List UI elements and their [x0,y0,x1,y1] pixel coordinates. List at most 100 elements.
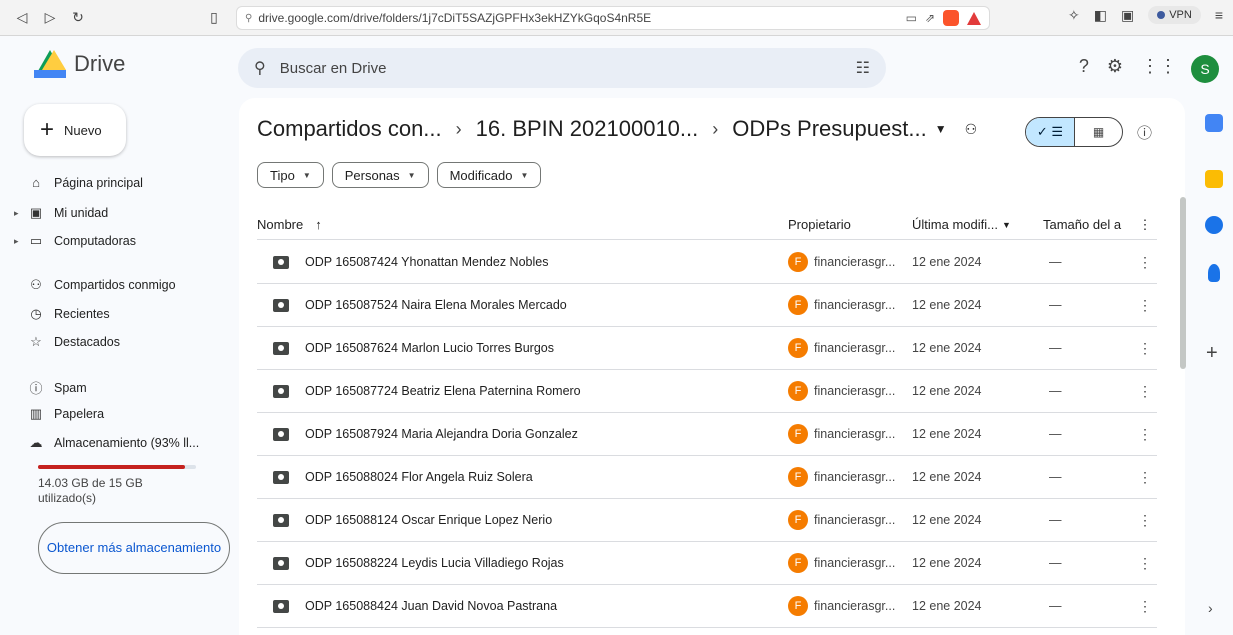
more-options-icon[interactable]: ⋮ [1133,598,1157,615]
column-header-owner[interactable]: Propietario [788,217,912,232]
sidebar-item-my-drive[interactable]: ▸ ▣ Mi unidad [14,205,108,221]
owner-avatar[interactable]: F [788,510,808,530]
table-row[interactable]: ODP 165088124 Oscar Enrique Lopez Nerio F… [257,499,1157,542]
show-side-panel-icon[interactable]: › [1208,600,1213,616]
sidebar-item-computers[interactable]: ▸ ▭ Computadoras [14,233,136,249]
browser-right-tools: ✧ ◧ ▣ VPN ≡ [1068,6,1223,24]
more-options-icon[interactable]: ⋮ [1133,512,1157,529]
caret-down-icon[interactable]: ▼ [935,122,947,136]
owner-avatar[interactable]: F [788,381,808,401]
extensions-icon[interactable]: ✧ [1068,7,1080,24]
back-icon[interactable]: ◁ [8,4,36,32]
brave-rewards-icon[interactable] [967,11,981,25]
file-name-cell[interactable]: ODP 165088424 Juan David Novoa Pastrana [257,599,788,613]
filter-chip-type[interactable]: Tipo ▼ [257,162,324,188]
expand-arrow-icon[interactable]: ▸ [14,208,19,219]
table-row[interactable]: ODP 165087424 Yhonattan Mendez Nobles Ffi… [257,241,1157,284]
owner-avatar[interactable]: F [788,424,808,444]
address-bar[interactable]: ⚲ drive.google.com/drive/folders/1j7cDiT… [236,6,990,30]
file-name-cell[interactable]: ODP 165088124 Oscar Enrique Lopez Nerio [257,513,788,527]
file-name-cell[interactable]: ODP 165087624 Marlon Lucio Torres Burgos [257,341,788,355]
sidebar-item-spam[interactable]: ⓘ Spam [28,378,86,397]
brave-shield-icon[interactable] [943,10,959,26]
sidebar-item-trash[interactable]: ▥ Papelera [28,406,104,422]
add-addon-icon[interactable]: + [1206,342,1218,365]
apps-grid-icon[interactable]: ⋮⋮ [1141,56,1177,77]
file-name-cell[interactable]: ODP 165087924 Maria Alejandra Doria Gonz… [257,427,788,441]
file-name-cell[interactable]: ODP 165087724 Beatriz Elena Paternina Ro… [257,384,788,398]
sidebar-item-storage[interactable]: ☁ Almacenamiento (93% ll... [28,435,200,451]
owner-avatar[interactable]: F [788,596,808,616]
column-header-name[interactable]: Nombre ↑ [257,217,788,232]
grid-view-button[interactable]: ▦ [1075,118,1122,146]
search-icon[interactable]: ⚲ [254,58,266,78]
owner-avatar[interactable]: F [788,338,808,358]
sidebar-item-home[interactable]: ⌂ Página principal [28,175,143,190]
sidebar-toggle-icon[interactable]: ◧ [1094,7,1107,24]
owner-avatar[interactable]: F [788,252,808,272]
filter-chip-people[interactable]: Personas ▼ [331,162,429,188]
table-row[interactable]: ODP 165088024 Flor Angela Ruiz Solera Ffi… [257,456,1157,499]
search-bar[interactable]: ⚲ Buscar en Drive ☷ [238,48,886,88]
search-input[interactable]: Buscar en Drive [280,60,387,77]
search-options-icon[interactable]: ☷ [856,58,870,78]
owner-cell: Ffinancierasgr... [788,596,912,616]
bookmark-icon[interactable]: ▯ [200,4,228,32]
table-row[interactable]: ODP 165087524 Naira Elena Morales Mercad… [257,284,1157,327]
expand-arrow-icon[interactable]: ▸ [14,236,19,247]
site-info-icon[interactable]: ⚲ [245,13,252,24]
table-row[interactable]: ODP 165088424 Juan David Novoa Pastrana F… [257,585,1157,628]
calendar-icon[interactable] [1205,114,1223,132]
owner-name: financierasgr... [814,427,896,441]
file-name-cell[interactable]: ODP 165088024 Flor Angela Ruiz Solera [257,470,788,484]
more-options-icon[interactable]: ⋮ [1133,254,1157,271]
keep-icon[interactable] [1205,170,1223,188]
more-options-icon[interactable]: ⋮ [1133,297,1157,314]
drive-logo-link[interactable]: Drive [34,50,125,78]
file-name-cell[interactable]: ODP 165088224 Leydis Lucia Villadiego Ro… [257,556,788,570]
table-row[interactable]: ODP 165087924 Maria Alejandra Doria Gonz… [257,413,1157,456]
table-row[interactable]: ODP 165087624 Marlon Lucio Torres Burgos… [257,327,1157,370]
settings-icon[interactable]: ⚙ [1107,56,1123,77]
more-options-icon[interactable]: ⋮ [1133,217,1157,233]
breadcrumb-item[interactable]: Compartidos con... [257,116,442,142]
menu-icon[interactable]: ≡ [1215,7,1223,23]
details-info-icon[interactable]: ⓘ [1137,122,1152,143]
get-more-storage-button[interactable]: Obtener más almacenamiento [38,522,230,574]
new-button[interactable]: + Nuevo [24,104,126,156]
more-options-icon[interactable]: ⋮ [1133,340,1157,357]
file-name-cell[interactable]: ODP 165087424 Yhonattan Mendez Nobles [257,255,788,269]
share-icon[interactable]: ⇗ [925,11,935,25]
owner-avatar[interactable]: F [788,553,808,573]
sidebar-item-shared-with-me[interactable]: ⚇ Compartidos conmigo [28,277,175,293]
sidebar-item-recent[interactable]: ◷ Recientes [28,306,109,322]
breadcrumb-item[interactable]: 16. BPIN 202100010... [476,116,699,142]
help-icon[interactable]: ? [1079,56,1089,77]
forward-icon[interactable]: ▷ [36,4,64,32]
sidebar-item-starred[interactable]: ☆ Destacados [28,334,120,350]
more-options-icon[interactable]: ⋮ [1133,383,1157,400]
wallet-icon[interactable]: ▣ [1121,7,1134,24]
more-options-icon[interactable]: ⋮ [1133,426,1157,443]
contacts-icon[interactable] [1208,264,1220,282]
sort-arrow-up-icon[interactable]: ↑ [315,217,322,232]
owner-avatar[interactable]: F [788,295,808,315]
account-avatar[interactable]: S [1191,55,1219,83]
shared-folder-icon[interactable]: ⚇ [965,121,978,138]
filter-chip-modified[interactable]: Modificado ▼ [436,162,542,188]
file-name-cell[interactable]: ODP 165087524 Naira Elena Morales Mercad… [257,298,788,312]
vpn-button[interactable]: VPN [1148,6,1201,24]
cast-icon[interactable]: ▭ [906,11,917,25]
reload-icon[interactable]: ↻ [64,4,92,32]
table-row[interactable]: ODP 165088224 Leydis Lucia Villadiego Ro… [257,542,1157,585]
table-row[interactable]: ODP 165087724 Beatriz Elena Paternina Ro… [257,370,1157,413]
list-view-button[interactable]: ✓ ☰ [1026,118,1075,146]
column-header-size[interactable]: Tamaño del a [1043,217,1133,232]
scrollbar[interactable] [1180,197,1186,369]
more-options-icon[interactable]: ⋮ [1133,469,1157,486]
owner-avatar[interactable]: F [788,467,808,487]
tasks-icon[interactable] [1205,216,1223,234]
more-options-icon[interactable]: ⋮ [1133,555,1157,572]
breadcrumb-current[interactable]: ODPs Presupuest... [732,116,926,142]
column-header-modified[interactable]: Última modifi... ▼ [912,217,1043,232]
